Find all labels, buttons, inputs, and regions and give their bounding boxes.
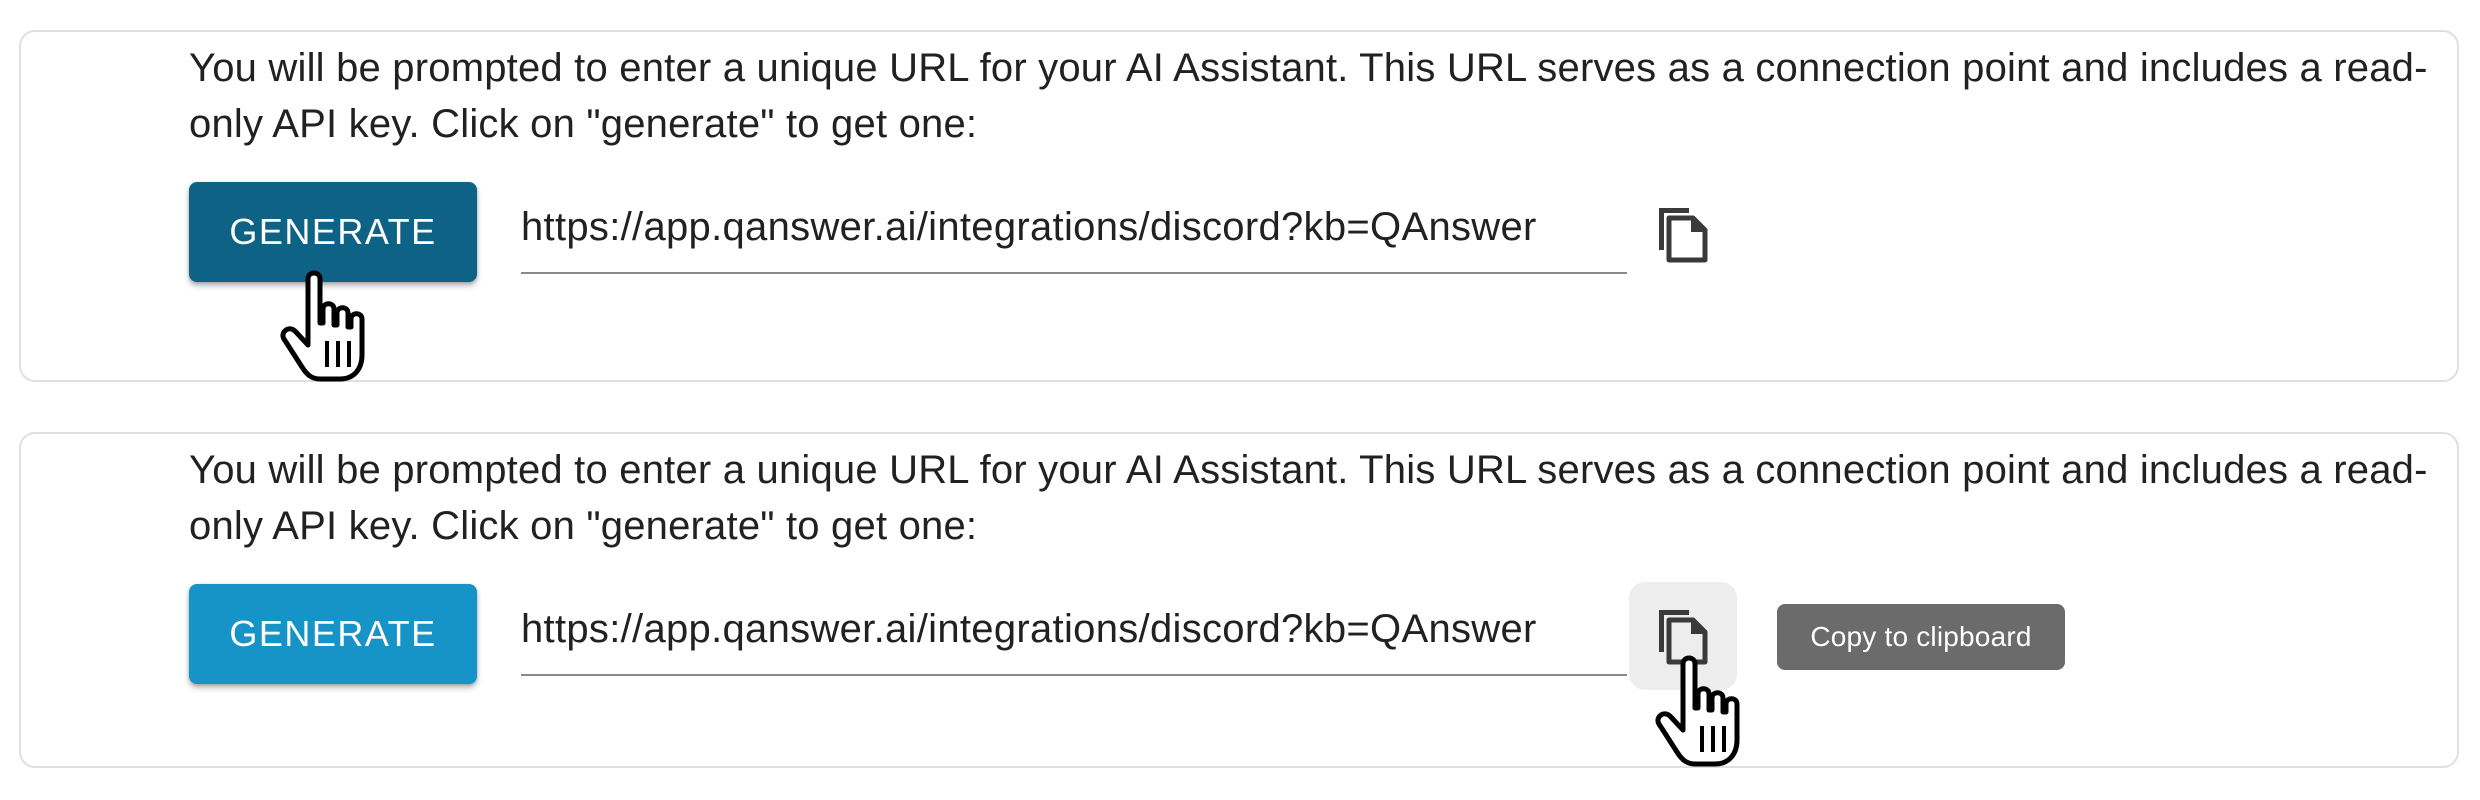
url-field[interactable]: https://app.qanswer.ai/integrations/disc… [521, 182, 1627, 274]
instructions-text: You will be prompted to enter a unique U… [189, 46, 2428, 146]
generate-url-panel: You will be prompted to enter a unique U… [19, 30, 2459, 382]
instructions-text: You will be prompted to enter a unique U… [189, 448, 2428, 548]
content-copy-icon [1659, 208, 1708, 263]
url-field[interactable]: https://app.qanswer.ai/integrations/disc… [521, 584, 1627, 676]
copy-button[interactable] [1629, 180, 1737, 288]
hand-pointer-icon [280, 270, 365, 382]
generate-button[interactable]: GENERATE [189, 584, 477, 684]
copy-tooltip: Copy to clipboard [1777, 604, 2065, 670]
generate-url-panel: You will be prompted to enter a unique U… [19, 432, 2459, 768]
hand-pointer-icon [1655, 655, 1740, 767]
url-value: https://app.qanswer.ai/integrations/disc… [521, 607, 1537, 651]
url-value: https://app.qanswer.ai/integrations/disc… [521, 205, 1537, 249]
